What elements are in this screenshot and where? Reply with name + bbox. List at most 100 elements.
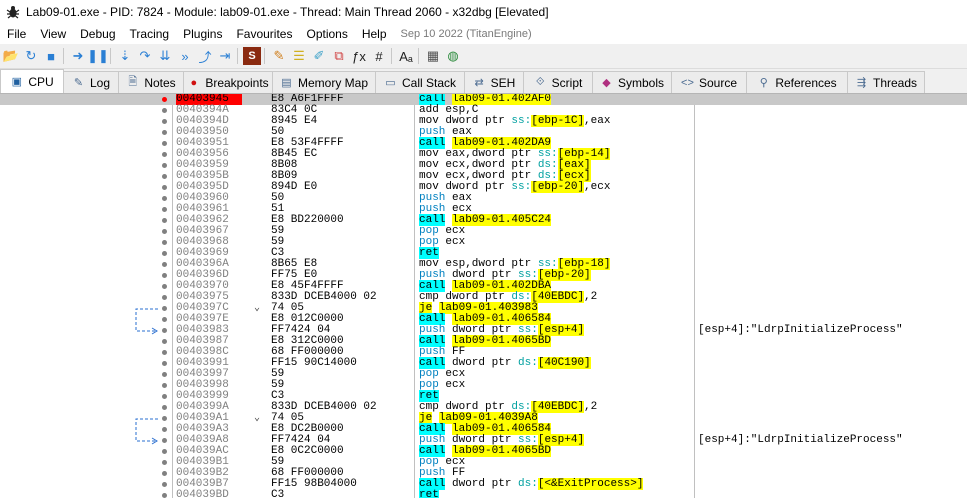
toolbar-separator (264, 48, 265, 64)
breakpoint-slot[interactable] (162, 350, 167, 355)
menu-tracing[interactable]: Tracing (123, 27, 177, 41)
scylla-icon[interactable]: S (243, 47, 261, 65)
disasm-row[interactable]: 004039B1 59 pop ecx (0, 457, 967, 468)
disasm-row[interactable]: 00403991 FF15 90C14000 call dword ptr ds:[… (0, 357, 967, 369)
breakpoint-slot[interactable] (162, 306, 167, 311)
pause-icon[interactable]: ❚❚ (87, 47, 109, 65)
breakpoint-slot[interactable] (162, 251, 167, 256)
disasm-row[interactable]: 00403945 E8 A6F1FFFF call lab09-01.402AF0 (0, 94, 967, 105)
disasm-row[interactable]: 004039AC E8 0C2C0000 call lab09-01.4065BD (0, 445, 967, 457)
disasm-row[interactable]: 00403998 59 pop ecx (0, 380, 967, 391)
breakpoint-slot[interactable] (162, 130, 167, 135)
globe-icon[interactable]: ◍ (444, 47, 462, 65)
breakpoint-slot[interactable] (162, 405, 167, 410)
breakpoint-marker[interactable] (162, 97, 167, 102)
breakpoint-icon: ● (190, 76, 198, 89)
step-over-icon[interactable]: ↷ (136, 47, 154, 65)
menu-help[interactable]: Help (355, 27, 394, 41)
breakpoint-slot[interactable] (162, 493, 167, 498)
calculator-icon[interactable]: ▦ (424, 47, 442, 65)
tab-seh[interactable]: ⇄ SEH (464, 71, 524, 93)
breakpoint-slot[interactable] (162, 361, 167, 366)
comment: [esp+4]:"LdrpInitializeProcess" (698, 434, 903, 446)
breakpoint-slot[interactable] (162, 449, 167, 454)
breakpoint-slot[interactable] (162, 339, 167, 344)
menu-plugins[interactable]: Plugins (176, 27, 229, 41)
tab-references[interactable]: ⚲ References (746, 71, 848, 93)
breakpoint-slot[interactable] (162, 174, 167, 179)
breakpoint-slot[interactable] (162, 438, 167, 443)
breakpoint-slot[interactable] (162, 229, 167, 234)
breakpoint-slot[interactable] (162, 108, 167, 113)
breakpoint-slot[interactable] (162, 383, 167, 388)
tab-breakpoints[interactable]: ● Breakpoints (183, 71, 273, 93)
breakpoint-slot[interactable] (162, 119, 167, 124)
disasm-row[interactable]: 0040394D 8945 E4 mov dword ptr ss:[ebp-1C]… (0, 115, 967, 127)
run-to-user-code-icon[interactable]: ⇥ (216, 47, 234, 65)
disasm-row[interactable]: 0040395D 894D E0 mov dword ptr ss:[ebp-20]… (0, 181, 967, 193)
function-icon[interactable]: ƒx (350, 47, 368, 65)
breakpoint-slot[interactable] (162, 394, 167, 399)
tab-source[interactable]: <> Source (671, 71, 747, 93)
breakpoint-slot[interactable] (162, 416, 167, 421)
tab-log[interactable]: ✎ Log (63, 71, 119, 93)
label-icon[interactable]: ⧉ (330, 47, 348, 65)
breakpoint-slot[interactable] (162, 372, 167, 377)
breakpoint-slot[interactable] (162, 460, 167, 465)
breakpoint-slot[interactable] (162, 471, 167, 476)
breakpoint-slot[interactable] (162, 262, 167, 267)
disasm-row[interactable]: 00403987 E8 312C0000 call lab09-01.4065BD (0, 335, 967, 347)
notes-icon: 🗎 (128, 76, 138, 88)
run-icon[interactable]: ➜ (69, 47, 87, 65)
tab-call-stack[interactable]: ▭ Call Stack (375, 71, 465, 93)
patch-icon[interactable]: ✎ (270, 47, 288, 65)
tab-cpu[interactable]: ▣ CPU (0, 69, 64, 93)
animate-into-icon[interactable]: ⇊ (156, 47, 174, 65)
disasm-row[interactable]: 00403997 59 pop ecx (0, 369, 967, 380)
breakpoint-slot[interactable] (162, 196, 167, 201)
toolbar: 📂 ↻ ■ ➜ ❚❚ ⇣ ↷ ⇊» ⤴ ⇥ S ✎ ☰ ✐ ⧉ ƒx # Aₐ ▦ ◍ (0, 44, 967, 69)
tab-threads[interactable]: ⇶ Threads (847, 71, 925, 93)
breakpoint-slot[interactable] (162, 152, 167, 157)
breakpoint-slot[interactable] (162, 482, 167, 487)
tab-notes[interactable]: 🗎 Notes (118, 71, 184, 93)
tab-memory-map[interactable]: ▤ Memory Map (272, 71, 376, 93)
tab-symbols[interactable]: ◆ Symbols (592, 71, 672, 93)
font-icon[interactable]: Aₐ (397, 47, 415, 65)
disasm-row[interactable]: 004039BD C3 ret (0, 489, 967, 498)
menu-view[interactable]: View (33, 27, 73, 41)
disassembly-pane[interactable]: 00403945 E8 A6F1FFFF call lab09-01.402AF0 0… (0, 94, 967, 498)
toolbar-separator (391, 48, 392, 64)
menu-debug[interactable]: Debug (73, 27, 122, 41)
breakpoint-slot[interactable] (162, 427, 167, 432)
stop-icon[interactable]: ■ (42, 47, 60, 65)
breakpoint-slot[interactable] (162, 328, 167, 333)
menu-favourites[interactable]: Favourites (229, 27, 299, 41)
breakpoint-slot[interactable] (162, 240, 167, 245)
menu-file[interactable]: File (0, 27, 33, 41)
disasm-row[interactable]: 00403967 59 pop ecx (0, 226, 967, 237)
breakpoint-slot[interactable] (162, 273, 167, 278)
breakpoint-slot[interactable] (162, 295, 167, 300)
disasm-row[interactable]: 004039B7 FF15 98B04000 call dword ptr ds:[… (0, 478, 967, 490)
breakpoint-slot[interactable] (162, 218, 167, 223)
restart-icon[interactable]: ↻ (22, 47, 40, 65)
disasm-row[interactable]: 00403968 59 pop ecx (0, 237, 967, 248)
open-icon[interactable]: 📂 (2, 47, 20, 65)
menu-options[interactable]: Options (299, 27, 354, 41)
breakpoint-slot[interactable] (162, 317, 167, 322)
animate-over-icon[interactable]: » (176, 47, 194, 65)
disasm-row[interactable]: 00403960 50 push eax (0, 193, 967, 204)
breakpoint-slot[interactable] (162, 185, 167, 190)
breakpoint-slot[interactable] (162, 163, 167, 168)
bookmark-icon[interactable]: ✐ (310, 47, 328, 65)
comment-icon[interactable]: ☰ (290, 47, 308, 65)
step-into-icon[interactable]: ⇣ (116, 47, 134, 65)
breakpoint-slot[interactable] (162, 141, 167, 146)
disasm-row[interactable]: 00403962 E8 BD220000 call lab09-01.405C24 (0, 214, 967, 226)
tab-script[interactable]: ⟐ Script (523, 71, 593, 93)
breakpoint-slot[interactable] (162, 284, 167, 289)
hash-icon[interactable]: # (370, 47, 388, 65)
execute-till-return-icon[interactable]: ⤴ (196, 47, 214, 65)
breakpoint-slot[interactable] (162, 207, 167, 212)
